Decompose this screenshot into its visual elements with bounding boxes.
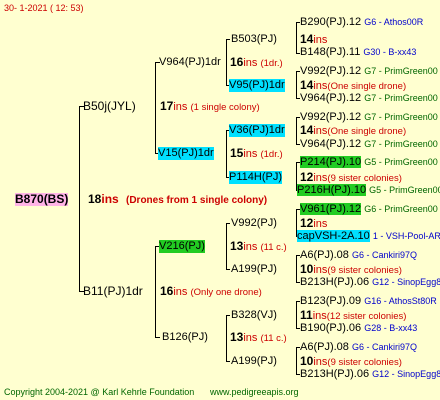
l3-ins-6: 11ins(12 sister colonies) [300,308,407,323]
l3-ins-5: 10ins(9 sister colonies) [300,262,402,277]
l3-node-2: V36(PJ)1dr [229,124,285,137]
l3-node-0: B503(PJ) [231,33,277,45]
l3-ins-2: 14ins(One single drone) [300,123,407,138]
sd-ins: 15ins (1dr.) [230,146,283,161]
l4-row-2: V992(PJ).12 G7 - PrimGreen00 [300,65,438,77]
l4-row-1: B148(PJ).11 G30 - B-xx43 [300,46,417,58]
ss-ins: 16ins (1dr.) [230,55,283,70]
l4-row-3: V964(PJ).12 G7 - PrimGreen00 [300,92,438,104]
l4-row-0: B290(PJ).12 G6 - Athos00R [300,16,424,28]
l3-node-7: A199(PJ) [231,355,277,367]
l4-row-8: V961(PJ).12 G6 - PrimGreen00 [300,203,438,215]
dam-node: B11(PJ)1dr [83,284,143,298]
l3-node-3: P114H(PJ) [229,171,282,184]
l3-ins-3: 12ins(9 sister colonies) [300,170,402,185]
root-queen: B870(BS) [15,192,69,206]
dd-node: B126(PJ) [162,331,208,343]
l4-row-7: P216H(PJ).10 G5 - PrimGreen00 [297,184,440,196]
l4-row-10: A6(PJ).08 G6 - Cankiri97Q [300,249,418,261]
ds-node: V216(PJ) [159,240,205,253]
sire-ins: 17ins (1 single colony) [160,99,260,114]
l3-ins-1: 14ins(One single drone) [300,78,407,93]
footer-link[interactable]: www.pedigreeapis.org [210,386,299,399]
sd-node: V15(PJ)1dr [158,147,214,160]
l3-ins-4: 12ins [300,216,328,231]
l4-row-4: V992(PJ).12 G7 - PrimGreen00 [300,111,438,123]
l4-row-14: A6(PJ).08 G6 - Cankiri97Q [300,341,418,353]
l3-node-4: V992(PJ) [231,217,277,229]
ss-node: V964(PJ)1dr [159,56,221,68]
dd-ins: 13ins (11 c.) [230,330,287,345]
ds-ins: 13ins (11 c.) [230,239,287,254]
footer-copyright: Copyright 2004-2021 @ Karl Kehrle Founda… [4,387,195,397]
l4-row-11: B213H(PJ).06 G12 - SinopEgg86R [300,276,440,288]
dam-ins: 16ins (Only one drone) [160,284,262,299]
l4-row-13: B190(PJ).06 G28 - B-xx43 [300,322,418,334]
l4-row-6: P214(PJ).10 G5 - PrimGreen00 [300,156,438,168]
l3-node-1: V95(PJ)1dr [229,79,285,92]
root-ins: 18ins [88,192,119,206]
l3-node-5: A199(PJ) [231,263,277,275]
header-date: 30- 1-2021 ( 12: 53) [4,3,84,13]
l4-row-5: V964(PJ).12 G7 - PrimGreen00 [300,138,438,150]
l3-ins-0: 14ins [300,32,328,47]
l4-row-9: capVSH-2A.10 1 - VSH-Pool-AR [297,230,440,242]
l3-node-6: B328(VJ) [231,309,277,321]
sire-node: B50j(JYL) [83,99,136,113]
root-note: (Drones from 1 single colony) [126,195,268,206]
l4-row-12: B123(PJ).09 G16 - AthosSt80R [300,295,437,307]
l3-ins-7: 10ins(9 sister colonies) [300,354,402,369]
l4-row-15: B213H(PJ).06 G12 - SinopEgg86R [300,368,440,380]
pedigree-chart: 30- 1-2021 ( 12: 53) B870(BS) 18ins (Dro… [0,0,440,400]
